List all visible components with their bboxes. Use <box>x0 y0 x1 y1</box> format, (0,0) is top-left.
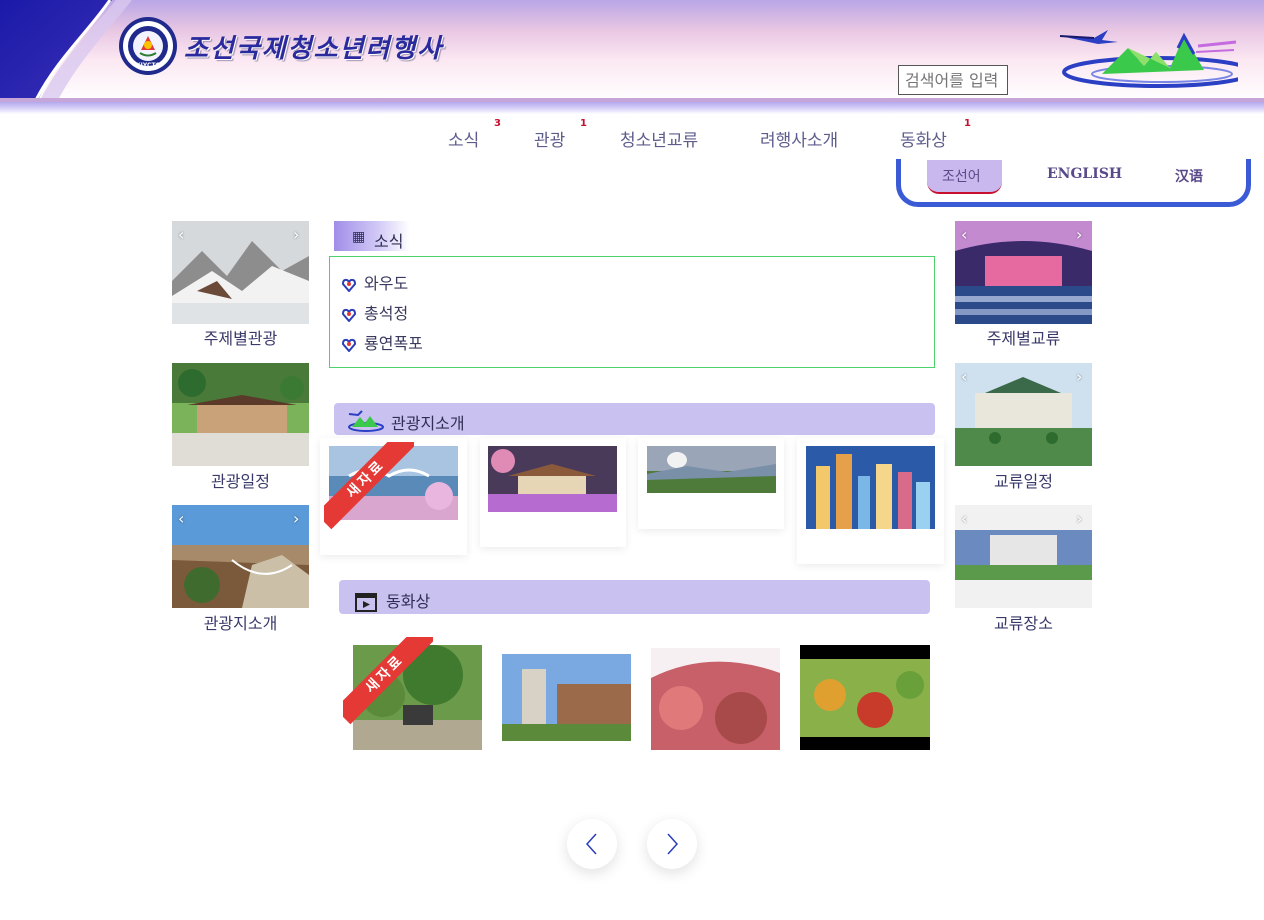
new-ribbon: 새자료 <box>324 442 414 532</box>
tile-prev-icon[interactable]: ‹ <box>178 225 184 244</box>
video-thumb-azaleas[interactable] <box>651 648 780 750</box>
tile-image-pavilion <box>172 363 309 466</box>
news-section-title: 소식 <box>374 232 404 251</box>
tile-image-concert-hall <box>955 221 1092 324</box>
video-section-title: 동화상 <box>386 592 431 611</box>
search-input[interactable] <box>898 65 1008 95</box>
site-header: KIYCTC 조선국제청소년려행사 <box>0 0 1264 100</box>
tile-image-rocky-cliff <box>172 505 309 608</box>
tile-prev-icon[interactable]: ‹ <box>961 509 967 528</box>
tile-image-palace <box>955 363 1092 466</box>
lang-chinese[interactable]: 汉语 <box>1175 166 1203 186</box>
tour-card-image-cottage <box>488 446 617 512</box>
tile-next-icon[interactable]: › <box>293 225 299 244</box>
kiyctc-emblem-icon: KIYCTC <box>119 17 177 75</box>
news-item[interactable]: 총석정 <box>342 300 408 324</box>
tour-card[interactable] <box>480 438 626 547</box>
news-item[interactable]: 룡연폭포 <box>342 330 423 354</box>
nav-item-video[interactable]: 동화상 <box>900 126 947 151</box>
news-item[interactable]: 와우도 <box>342 270 408 294</box>
tile-label[interactable]: 주제별교류 <box>955 325 1092 349</box>
tour-card-image-valley <box>647 446 776 493</box>
nav-item-youth-exchange[interactable]: 청소년교류 <box>620 126 698 151</box>
next-page-button[interactable] <box>647 819 697 869</box>
tile-prev-icon[interactable]: ‹ <box>961 225 967 244</box>
tour-card-image-city <box>806 446 935 529</box>
tile-next-icon[interactable]: › <box>293 509 299 528</box>
tour-card[interactable] <box>797 438 944 564</box>
video-thumb-monument[interactable] <box>502 654 631 741</box>
video-thumb-garden[interactable] <box>800 645 930 750</box>
grid-icon: ▦ <box>352 229 366 245</box>
prev-page-button[interactable] <box>567 819 617 869</box>
main-nav: 소식 3 관광 1 청소년교류 려행사소개 동화상 1 <box>0 118 1264 156</box>
tile-theme-tour[interactable]: ‹ › <box>172 221 309 324</box>
new-ribbon-label: 새자료 <box>343 637 433 725</box>
mountain-logo-icon <box>348 410 384 432</box>
chevron-left-icon <box>585 833 597 855</box>
tour-section-title: 관광지소개 <box>391 414 465 433</box>
nav-badge-news: 3 <box>494 118 501 129</box>
tile-label[interactable]: 관광지소개 <box>172 610 309 634</box>
new-ribbon-label: 새자료 <box>324 442 414 530</box>
site-title: 조선국제청소년려행사 <box>184 34 444 64</box>
heart-bullet-icon <box>342 308 356 322</box>
tile-label[interactable]: 교류일정 <box>955 468 1092 492</box>
lang-korean[interactable]: 조선어 <box>942 166 981 186</box>
news-list: 와우도 총석정 룡연폭포 <box>329 256 935 368</box>
svg-text:KIYCTC: KIYCTC <box>136 62 161 69</box>
header-divider-gradient <box>0 102 1264 114</box>
nav-badge-tourism: 1 <box>580 118 587 129</box>
news-item-label: 와우도 <box>364 274 409 293</box>
tile-image-snow-mountain <box>172 221 309 324</box>
tile-image-camp-building <box>955 505 1092 608</box>
tile-next-icon[interactable]: › <box>1076 225 1082 244</box>
tile-next-icon[interactable]: › <box>1076 367 1082 386</box>
news-item-label: 총석정 <box>364 304 409 323</box>
heart-bullet-icon <box>342 278 356 292</box>
page-root: KIYCTC 조선국제청소년려행사 소식 3 관광 1 청소년교류 려행사소개 … <box>0 0 1264 920</box>
lang-english[interactable]: ENGLISH <box>1047 166 1122 182</box>
travel-logo-icon <box>1059 30 1238 88</box>
nav-item-news[interactable]: 소식 <box>448 126 479 151</box>
tile-prev-icon[interactable]: ‹ <box>178 509 184 528</box>
heart-bullet-icon <box>342 338 356 352</box>
tile-tour-sites[interactable]: ‹ › <box>172 505 309 608</box>
tile-theme-exchange[interactable]: ‹ › <box>955 221 1092 324</box>
tile-label[interactable]: 교류장소 <box>955 610 1092 634</box>
tile-label[interactable]: 관광일정 <box>172 468 309 492</box>
tile-tour-schedule[interactable] <box>172 363 309 466</box>
chevron-right-icon <box>667 833 679 855</box>
tile-prev-icon[interactable]: ‹ <box>961 367 967 386</box>
nav-badge-video: 1 <box>964 118 971 129</box>
video-play-icon <box>355 593 377 612</box>
tour-card[interactable] <box>638 438 784 529</box>
nav-item-tourism[interactable]: 관광 <box>534 126 565 151</box>
new-ribbon: 새자료 <box>343 637 433 727</box>
nav-item-agency-intro[interactable]: 려행사소개 <box>760 126 838 151</box>
news-item-label: 룡연폭포 <box>364 334 423 353</box>
tile-exchange-places[interactable]: ‹ › <box>955 505 1092 608</box>
tile-next-icon[interactable]: › <box>1076 509 1082 528</box>
tile-label[interactable]: 주제별관광 <box>172 325 309 349</box>
tile-exchange-schedule[interactable]: ‹ › <box>955 363 1092 466</box>
